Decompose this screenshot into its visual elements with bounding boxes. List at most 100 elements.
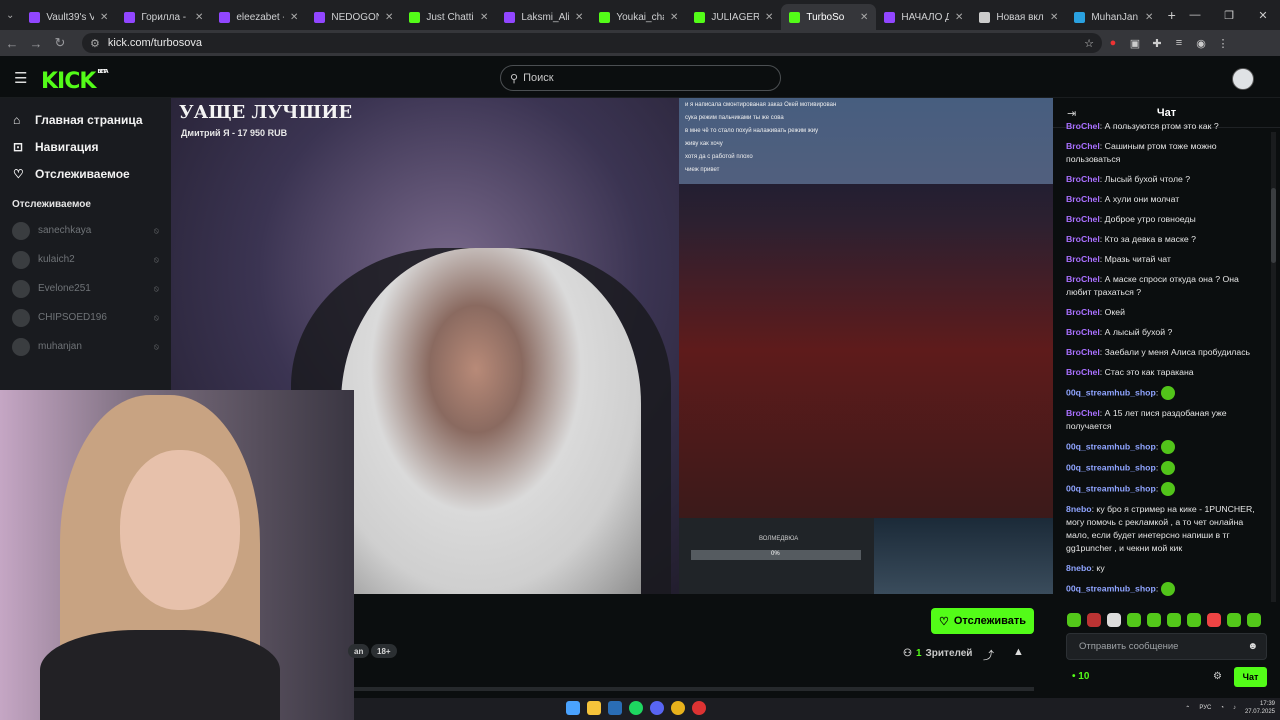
browser-tab[interactable]: Just Chatting ✕	[401, 4, 496, 30]
tag-chip[interactable]: an	[348, 644, 370, 658]
channel-points[interactable]: • 10	[1072, 671, 1089, 682]
sidebar-item[interactable]: ♡ Отслеживаемое	[0, 160, 171, 187]
browser-tab[interactable]: Youkai_chan ✕	[591, 4, 686, 30]
chat-input[interactable]: Отправить сообщение ☻	[1066, 633, 1267, 660]
emote-icon[interactable]	[1067, 613, 1081, 627]
app-icon[interactable]	[692, 701, 706, 715]
chat-username[interactable]: BroChel	[1066, 327, 1100, 337]
close-window-icon[interactable]: ✕	[1246, 9, 1280, 22]
adblock-extension-icon[interactable]: ●	[1102, 37, 1124, 49]
chat-username[interactable]: BroChel	[1066, 141, 1100, 151]
extension-icon[interactable]: ▣	[1124, 37, 1146, 50]
search-input[interactable]: ⚲ Поиск	[500, 65, 781, 91]
tab-close-icon[interactable]: ✕	[290, 12, 298, 23]
emote-icon[interactable]	[1107, 613, 1121, 627]
clock[interactable]: 17:39 27.07.2025	[1245, 700, 1275, 716]
chat-username[interactable]: BroChel	[1066, 254, 1100, 264]
new-tab-button[interactable]: +	[1165, 7, 1178, 23]
emote-icon[interactable]	[1087, 613, 1101, 627]
emote-icon[interactable]	[1207, 613, 1221, 627]
chat-username[interactable]: 00q_streamhub_shop	[1066, 483, 1156, 493]
browser-tab[interactable]: Laksmi_Alin ✕	[496, 4, 591, 30]
emoji-icon[interactable]: ☻	[1247, 641, 1258, 652]
emote-icon[interactable]	[1247, 613, 1261, 627]
network-icon[interactable]: ◔	[1220, 705, 1224, 711]
following-item[interactable]: muhanjan ⦸	[0, 332, 171, 361]
tab-close-icon[interactable]: ✕	[765, 12, 773, 23]
browser-tab[interactable]: Горилла - Т ✕	[116, 4, 211, 30]
discord-icon[interactable]	[650, 701, 664, 715]
chat-username[interactable]: 00q_streamhub_shop	[1066, 441, 1156, 451]
tab-close-icon[interactable]: ✕	[100, 12, 108, 23]
share-icon[interactable]: ⤴	[983, 647, 994, 663]
volume-icon[interactable]: ♪	[1233, 705, 1236, 711]
following-item[interactable]: CHIPSOED196 ⦸	[0, 303, 171, 332]
browser-tab[interactable]: Vault39's Vi ✕	[21, 4, 116, 30]
browser-tab[interactable]: eleezabet - ✕	[211, 4, 306, 30]
chat-username[interactable]: 00q_streamhub_shop	[1066, 462, 1156, 472]
emote-icon[interactable]	[1167, 613, 1181, 627]
tab-close-icon[interactable]: ✕	[575, 12, 583, 23]
chat-username[interactable]: BroChel	[1066, 307, 1100, 317]
windows-start-icon[interactable]	[566, 701, 580, 715]
browser-tab[interactable]: Новая вкла ✕	[971, 4, 1066, 30]
emote-icon[interactable]	[1147, 613, 1161, 627]
tab-close-icon[interactable]: ✕	[670, 12, 678, 23]
media-control-icon[interactable]: ≡	[1168, 37, 1190, 49]
browser-tab[interactable]: NEDOGONI ✕	[306, 4, 401, 30]
browser-tab[interactable]: НАЧАЛО ДЕ ✕	[876, 4, 971, 30]
chat-username[interactable]: 8nebo	[1066, 504, 1092, 514]
emote-icon[interactable]	[1227, 613, 1241, 627]
chat-username[interactable]: BroChel	[1066, 194, 1100, 204]
sidebar-item[interactable]: ⊡ Навигация	[0, 133, 171, 160]
back-icon[interactable]: ←	[0, 36, 24, 51]
chat-settings-icon[interactable]: ⚙	[1213, 671, 1222, 682]
browser-tab[interactable]: JULIAGERAS ✕	[686, 4, 781, 30]
restore-icon[interactable]: ❐	[1212, 9, 1246, 22]
tab-search-button[interactable]: ⌄	[5, 6, 15, 24]
emote-icon[interactable]	[1187, 613, 1201, 627]
file-explorer-icon[interactable]	[587, 701, 601, 715]
chat-username[interactable]: 8nebo	[1066, 563, 1092, 573]
chat-send-button[interactable]: Чат	[1234, 667, 1267, 687]
tab-close-icon[interactable]: ✕	[195, 12, 203, 23]
tab-close-icon[interactable]: ✕	[385, 12, 393, 23]
bookmark-star-icon[interactable]: ☆	[1084, 37, 1094, 50]
tray-chevron-icon[interactable]: ⌃	[1185, 705, 1190, 712]
chat-username[interactable]: BroChel	[1066, 174, 1100, 184]
puzzle-extensions-icon[interactable]: ✚	[1146, 37, 1168, 50]
tab-close-icon[interactable]: ✕	[1145, 12, 1153, 23]
follow-button[interactable]: ♡ Отслеживать	[931, 608, 1034, 634]
menu-icon[interactable]: ☰	[14, 69, 27, 87]
following-item[interactable]: Evelone251 ⦸	[0, 274, 171, 303]
chat-username[interactable]: BroChel	[1066, 214, 1100, 224]
emote-icon[interactable]	[1127, 613, 1141, 627]
kick-logo[interactable]: KICK BETA	[41, 69, 109, 94]
tab-close-icon[interactable]: ✕	[1050, 12, 1058, 23]
minimize-icon[interactable]: —	[1178, 9, 1212, 22]
chrome-icon[interactable]	[671, 701, 685, 715]
tab-close-icon[interactable]: ✕	[955, 12, 963, 23]
profile-icon[interactable]: ◉	[1190, 37, 1212, 50]
following-item[interactable]: kulaich2 ⦸	[0, 245, 171, 274]
lang-indicator[interactable]: РУС	[1199, 705, 1211, 711]
url-field[interactable]: ⚙ kick.com/turbosova ☆	[82, 33, 1102, 53]
report-icon[interactable]: ▲	[1013, 646, 1024, 658]
site-info-icon[interactable]: ⚙	[90, 37, 100, 50]
chat-username[interactable]: 00q_streamhub_shop	[1066, 387, 1156, 397]
chat-username[interactable]: BroChel	[1066, 367, 1100, 377]
tab-close-icon[interactable]: ✕	[480, 12, 488, 23]
browser-menu-icon[interactable]: ⋮	[1212, 37, 1234, 50]
sidebar-item[interactable]: ⌂ Главная страница	[0, 106, 171, 133]
chat-username[interactable]: BroChel	[1066, 408, 1100, 418]
tab-close-icon[interactable]: ✕	[860, 12, 868, 23]
steam-icon[interactable]	[608, 701, 622, 715]
chat-username[interactable]: BroChel	[1066, 347, 1100, 357]
chat-username[interactable]: BroChel	[1066, 234, 1100, 244]
spotify-icon[interactable]	[629, 701, 643, 715]
user-avatar[interactable]	[1232, 68, 1254, 90]
chat-username[interactable]: BroChel	[1066, 274, 1100, 284]
tag-chip[interactable]: 18+	[371, 644, 397, 658]
chat-username[interactable]: BroChel	[1066, 121, 1100, 131]
browser-tab[interactable]: MuhanJan ✕	[1066, 4, 1161, 30]
